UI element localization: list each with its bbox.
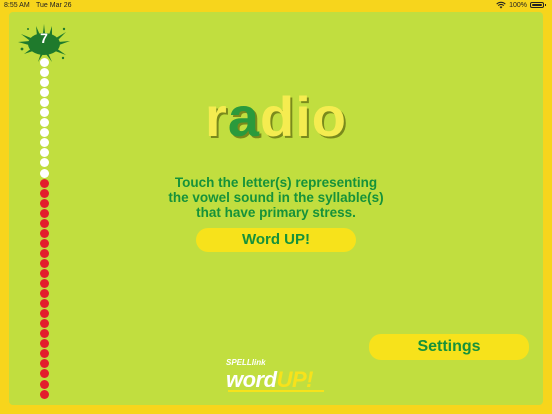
status-right: 100% xyxy=(496,1,546,9)
logo-underline xyxy=(228,390,324,392)
red-progress-dot xyxy=(40,349,49,359)
wifi-icon xyxy=(496,1,506,9)
red-progress-dot xyxy=(40,359,49,369)
red-progress-dot xyxy=(40,329,49,339)
word-letter-r[interactable]: r xyxy=(205,85,228,148)
red-progress-dot xyxy=(40,279,49,289)
word-up-button[interactable]: Word UP! xyxy=(196,228,356,252)
instruction-line-3: that have primary stress. xyxy=(196,205,356,220)
settings-button[interactable]: Settings xyxy=(369,334,529,360)
battery-icon xyxy=(530,2,546,8)
word-letter-d[interactable]: d xyxy=(260,85,295,148)
white-progress-dot xyxy=(40,158,49,168)
red-progress-dot xyxy=(40,289,49,299)
logo-up: UP! xyxy=(276,367,314,392)
red-progress-dot xyxy=(40,339,49,349)
spelling-word: radio xyxy=(0,84,552,149)
instruction-line-1: Touch the letter(s) representing xyxy=(174,175,378,190)
red-progress-dot xyxy=(40,379,49,389)
red-progress-dot xyxy=(40,228,49,238)
instruction-line-2: the vowel sound in the syllable(s) xyxy=(168,190,384,205)
red-progress-dot xyxy=(40,309,49,319)
white-progress-dot xyxy=(40,68,49,78)
red-progress-dot xyxy=(40,319,49,329)
red-progress-dot xyxy=(40,299,49,309)
status-time: 8:55 AM xyxy=(4,2,30,9)
battery-percent: 100% xyxy=(509,1,527,9)
red-progress-dot xyxy=(40,389,49,399)
level-number: 7 xyxy=(40,30,48,46)
red-progress-dot xyxy=(40,218,49,228)
status-bar: 8:55 AM Tue Mar 26 100% xyxy=(0,0,552,12)
word-letter-i[interactable]: i xyxy=(295,85,312,148)
red-progress-dot xyxy=(40,248,49,258)
word-letter-a[interactable]: a xyxy=(228,85,260,148)
word-letter-o[interactable]: o xyxy=(312,85,347,148)
status-date: Tue Mar 26 xyxy=(36,2,72,9)
logo-word: word xyxy=(226,367,277,392)
red-progress-dot xyxy=(40,238,49,248)
white-progress-dot xyxy=(40,58,49,67)
red-progress-dot xyxy=(40,369,49,379)
red-progress-dot xyxy=(40,258,49,268)
logo-small-text: SPELLlink xyxy=(226,358,266,367)
white-progress-dot xyxy=(40,148,49,158)
instruction-text: Touch the letter(s) representing the vow… xyxy=(0,175,552,220)
spelllink-wordup-logo: SPELLlink wordUP! xyxy=(226,358,336,398)
red-progress-dot xyxy=(40,268,49,278)
